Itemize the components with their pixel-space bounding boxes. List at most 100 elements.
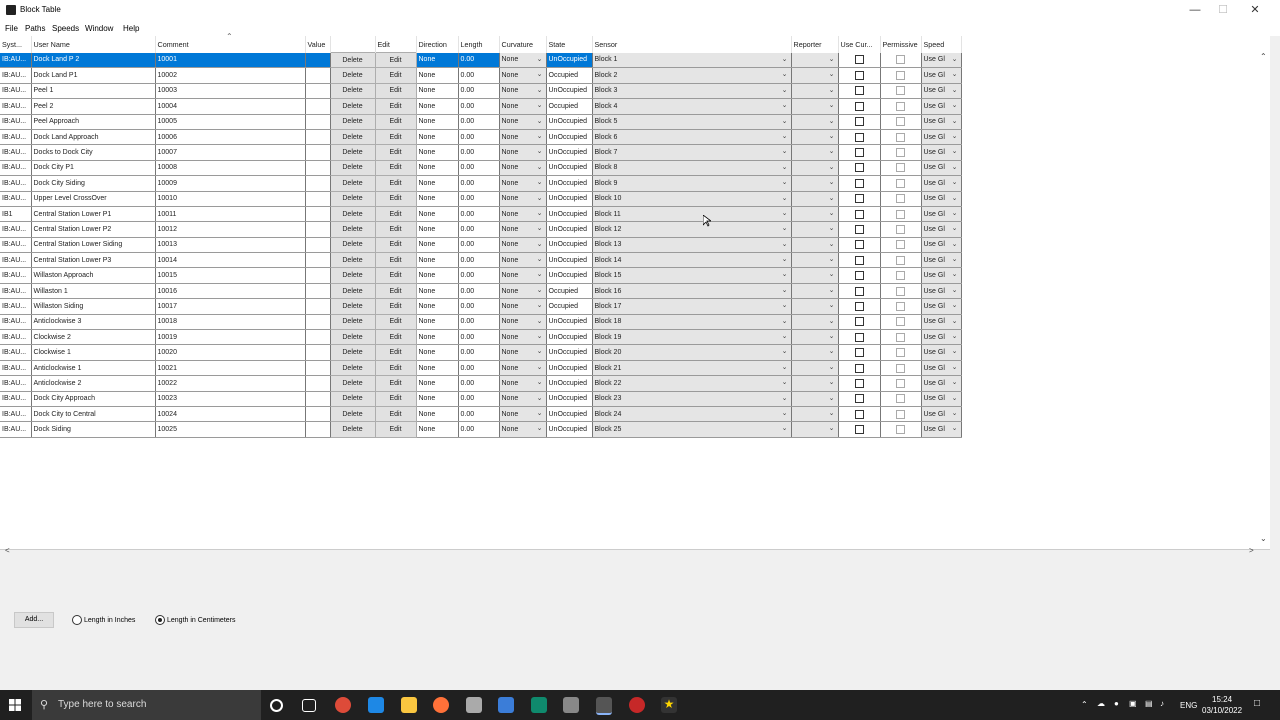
- sensor-select[interactable]: Block 22 ⌄: [592, 375, 792, 392]
- chevron-down-icon[interactable]: ⌄: [537, 424, 543, 432]
- checkbox[interactable]: [896, 224, 905, 234]
- chevron-down-icon[interactable]: ⌄: [829, 286, 835, 294]
- cell-length[interactable]: 0.00: [458, 221, 500, 238]
- cell-user-name[interactable]: Peel Approach: [31, 114, 156, 130]
- curvature-select[interactable]: None ⌄: [499, 237, 547, 254]
- table-row[interactable]: IB:AU... Upper Level CrossOver 10010 Delete…: [0, 190, 962, 207]
- col-length[interactable]: Length: [458, 36, 500, 53]
- cell-user-name[interactable]: Peel 2: [31, 98, 156, 115]
- table-row[interactable]: IB:AU... Clockwise 1 10020 Delete Edit None 0.…: [0, 344, 962, 361]
- chevron-down-icon[interactable]: ⌄: [829, 332, 835, 340]
- sensor-select[interactable]: Block 7 ⌄: [592, 144, 792, 161]
- permissive-checkbox[interactable]: [880, 406, 922, 423]
- permissive-checkbox[interactable]: [880, 129, 922, 146]
- chevron-down-icon[interactable]: ⌄: [782, 55, 788, 63]
- chevron-down-icon[interactable]: ⌄: [537, 317, 543, 325]
- chevron-down-icon[interactable]: ⌄: [952, 86, 958, 94]
- reporter-select[interactable]: ⌄: [791, 252, 839, 269]
- edit-button[interactable]: Edit: [374, 359, 417, 377]
- chevron-down-icon[interactable]: ⌄: [782, 255, 788, 263]
- checkbox[interactable]: [854, 317, 864, 327]
- sensor-select[interactable]: Block 5 ⌄: [592, 114, 792, 130]
- edit-button[interactable]: Edit: [374, 282, 417, 300]
- curvature-select[interactable]: None ⌄: [499, 329, 547, 346]
- reporter-select[interactable]: ⌄: [791, 83, 839, 100]
- chevron-down-icon[interactable]: ⌄: [952, 301, 958, 309]
- table-row[interactable]: IB:AU... Dock Siding 10025 Delete Edit None 0.…: [0, 421, 962, 438]
- chevron-down-icon[interactable]: ⌄: [829, 317, 835, 325]
- edit-button[interactable]: Edit: [374, 329, 417, 346]
- checkbox[interactable]: [896, 101, 905, 111]
- checkbox[interactable]: [896, 178, 905, 188]
- cell-system[interactable]: IB:AU...: [0, 144, 32, 161]
- reporter-select[interactable]: ⌄: [791, 329, 839, 346]
- permissive-checkbox[interactable]: [880, 52, 922, 69]
- use-current-checkbox[interactable]: [838, 52, 881, 69]
- speed-select[interactable]: Use Gl ⌄: [921, 83, 962, 100]
- sensor-select[interactable]: Block 15 ⌄: [592, 267, 792, 284]
- sensor-select[interactable]: Block 20 ⌄: [592, 344, 792, 361]
- edit-button[interactable]: Edit: [374, 390, 417, 407]
- edit-button[interactable]: Edit: [374, 267, 417, 284]
- permissive-checkbox[interactable]: [880, 191, 922, 207]
- table-row[interactable]: IB:AU... Dock Land P 2 10001 Delete Edit None…: [0, 51, 962, 69]
- cell-user-name[interactable]: Anticlockwise 3: [31, 314, 156, 331]
- delete-button[interactable]: Delete: [329, 205, 376, 223]
- table-row[interactable]: IB:AU... Dock Land P1 10002 Delete Edit None 0…: [0, 67, 962, 84]
- curvature-select[interactable]: None ⌄: [499, 114, 547, 130]
- curvature-select[interactable]: None ⌄: [499, 98, 547, 115]
- edit-button[interactable]: Edit: [374, 375, 417, 392]
- scroll-down-icon[interactable]: ⌄: [1260, 534, 1267, 543]
- table-row[interactable]: IB:AU... Peel Approach 10005 Delete Edit None…: [0, 113, 962, 130]
- checkbox[interactable]: [854, 117, 864, 127]
- cell-comment[interactable]: 10017: [155, 298, 306, 315]
- sensor-select[interactable]: Block 24 ⌄: [592, 406, 792, 423]
- checkbox[interactable]: [854, 148, 864, 158]
- cell-value[interactable]: [305, 98, 331, 115]
- checkbox[interactable]: [854, 178, 864, 188]
- chevron-down-icon[interactable]: ⌄: [829, 132, 835, 140]
- cell-length[interactable]: 0.00: [458, 237, 500, 254]
- curvature-select[interactable]: None ⌄: [499, 129, 547, 146]
- reporter-select[interactable]: ⌄: [791, 67, 839, 84]
- edit-button[interactable]: Edit: [374, 298, 417, 315]
- horizontal-scrollbar[interactable]: < >: [0, 545, 1257, 558]
- permissive-checkbox[interactable]: [880, 314, 922, 331]
- sensor-select[interactable]: Block 17 ⌄: [592, 298, 792, 315]
- permissive-checkbox[interactable]: [880, 344, 922, 361]
- reporter-select[interactable]: ⌄: [791, 391, 839, 407]
- chevron-down-icon[interactable]: ⌄: [952, 409, 958, 417]
- speed-select[interactable]: Use Gl ⌄: [921, 237, 962, 254]
- edit-button[interactable]: Edit: [374, 67, 417, 84]
- edit-button[interactable]: Edit: [374, 221, 417, 238]
- chevron-down-icon[interactable]: ⌄: [829, 424, 835, 432]
- tray-chevron-icon[interactable]: ⌃: [1081, 700, 1088, 709]
- cell-value[interactable]: [305, 391, 331, 407]
- curvature-select[interactable]: None ⌄: [499, 252, 547, 269]
- checkbox[interactable]: [896, 425, 905, 435]
- cell-comment[interactable]: 10009: [155, 175, 306, 192]
- chevron-down-icon[interactable]: ⌄: [829, 347, 835, 355]
- curvature-select[interactable]: None ⌄: [499, 175, 547, 192]
- curvature-select[interactable]: None ⌄: [499, 314, 547, 331]
- cell-system[interactable]: IB:AU...: [0, 129, 32, 146]
- checkbox[interactable]: [896, 317, 905, 327]
- permissive-checkbox[interactable]: [880, 329, 922, 346]
- app-icon-8[interactable]: [563, 697, 579, 713]
- microphone-icon[interactable]: ●: [1114, 699, 1119, 708]
- cell-system[interactable]: IB:AU...: [0, 298, 32, 315]
- table-row[interactable]: IB:AU... Anticlockwise 2 10022 Delete Edit No…: [0, 375, 962, 392]
- cell-comment[interactable]: 10021: [155, 360, 306, 377]
- col-system[interactable]: Syst...: [0, 36, 32, 53]
- checkbox[interactable]: [854, 209, 864, 219]
- checkbox[interactable]: [854, 348, 864, 358]
- sensor-select[interactable]: Block 11 ⌄: [592, 206, 792, 223]
- edit-button[interactable]: Edit: [374, 175, 417, 192]
- maximize-button[interactable]: ☐: [1208, 0, 1238, 20]
- curvature-select[interactable]: None ⌄: [499, 375, 547, 392]
- delete-button[interactable]: Delete: [329, 405, 376, 423]
- cell-system[interactable]: IB:AU...: [0, 360, 32, 377]
- reporter-select[interactable]: ⌄: [791, 129, 839, 146]
- sensor-select[interactable]: Block 8 ⌄: [592, 160, 792, 177]
- cell-user-name[interactable]: Dock City Approach: [31, 391, 156, 407]
